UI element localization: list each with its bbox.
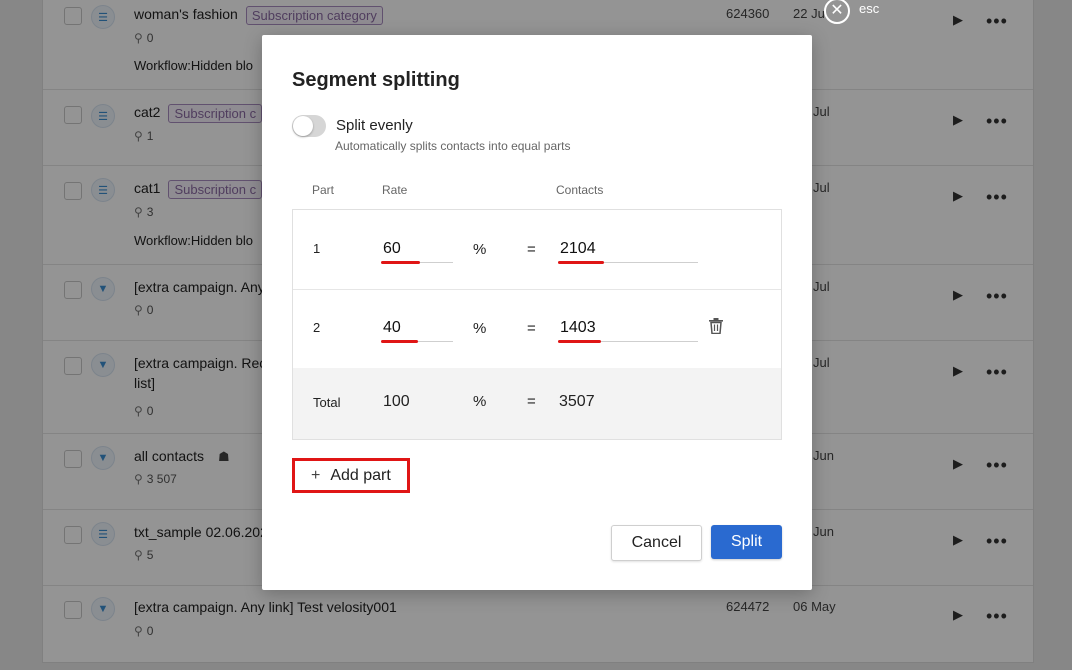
highlight-underline bbox=[558, 261, 604, 264]
table-row: 1 60 % = 2104 bbox=[293, 210, 781, 290]
contacts-value: 2104 bbox=[560, 240, 596, 257]
plus-icon: + bbox=[311, 466, 321, 484]
part-number: 1 bbox=[313, 241, 321, 256]
equals-sign: = bbox=[527, 393, 536, 410]
parts-table: 1 60 % = 2104 2 40 % = 1403 Total 100 % … bbox=[292, 209, 782, 440]
percent-sign: % bbox=[473, 320, 487, 337]
split-evenly-description: Automatically splits contacts into equal… bbox=[335, 139, 571, 153]
rate-value: 40 bbox=[383, 319, 401, 336]
table-row: 2 40 % = 1403 bbox=[293, 289, 781, 369]
contacts-input[interactable]: 1403 bbox=[558, 317, 698, 343]
esc-label: esc bbox=[859, 1, 880, 16]
equals-sign: = bbox=[527, 320, 536, 337]
highlight-underline bbox=[381, 340, 418, 343]
segment-splitting-dialog: Segment splitting Split evenly Automatic… bbox=[262, 35, 812, 590]
percent-sign: % bbox=[473, 393, 487, 410]
contacts-value: 1403 bbox=[560, 319, 596, 336]
split-evenly-toggle[interactable] bbox=[292, 115, 326, 137]
column-header-rate: Rate bbox=[382, 183, 408, 197]
toggle-knob[interactable] bbox=[293, 116, 313, 136]
total-label: Total bbox=[313, 395, 341, 410]
percent-sign: % bbox=[473, 241, 487, 258]
split-button[interactable]: Split bbox=[711, 525, 782, 559]
dialog-title: Segment splitting bbox=[292, 69, 460, 91]
highlight-underline bbox=[558, 340, 601, 343]
esc-close-button[interactable]: ✕ esc bbox=[824, 0, 879, 24]
close-icon[interactable]: ✕ bbox=[824, 0, 850, 24]
total-rate: 100 bbox=[383, 393, 410, 410]
highlight-underline bbox=[381, 261, 420, 264]
cancel-button[interactable]: Cancel bbox=[611, 525, 702, 561]
add-part-label: Add part bbox=[330, 466, 391, 484]
rate-input[interactable]: 40 bbox=[381, 317, 453, 343]
trash-icon[interactable] bbox=[709, 318, 723, 334]
equals-sign: = bbox=[527, 241, 536, 258]
column-header-part: Part bbox=[312, 183, 335, 197]
rate-input[interactable]: 60 bbox=[381, 238, 453, 264]
rate-value: 60 bbox=[383, 240, 401, 257]
split-evenly-label: Split evenly bbox=[336, 117, 413, 134]
part-number: 2 bbox=[313, 320, 321, 335]
total-row: Total 100 % = 3507 bbox=[293, 368, 781, 439]
add-part-button[interactable]: + Add part bbox=[292, 458, 410, 493]
total-contacts: 3507 bbox=[559, 393, 595, 410]
contacts-input[interactable]: 2104 bbox=[558, 238, 698, 264]
column-header-contacts: Contacts bbox=[556, 183, 604, 197]
